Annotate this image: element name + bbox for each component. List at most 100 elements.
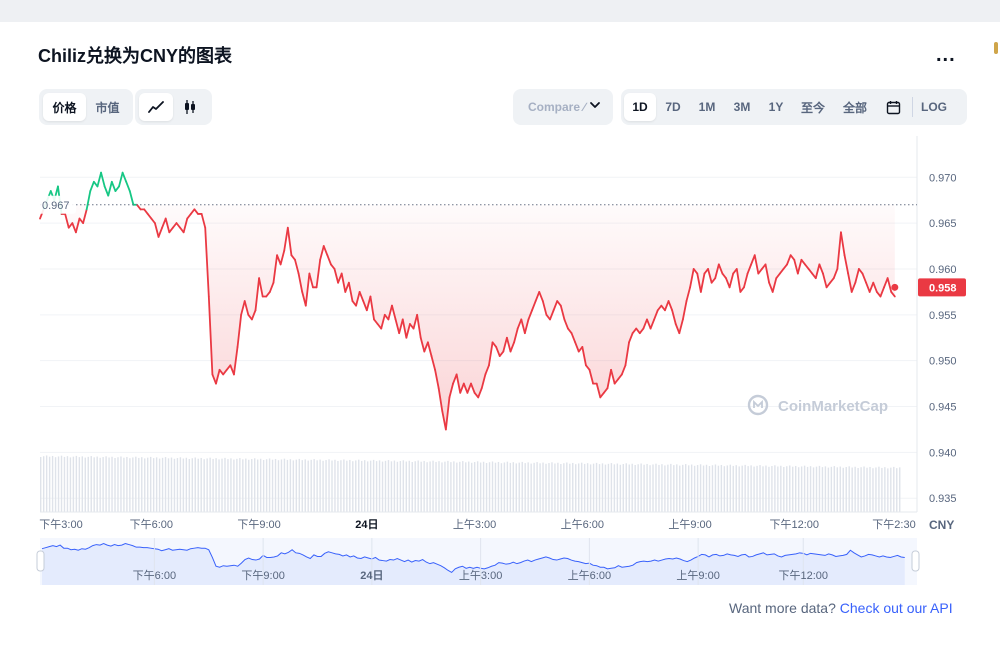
volume-bar	[355, 460, 357, 512]
volume-bar	[676, 464, 678, 512]
volume-bar	[132, 457, 134, 512]
volume-bar	[408, 460, 410, 512]
volume-bar	[40, 457, 42, 512]
volume-bar	[762, 466, 764, 512]
volume-bar	[803, 465, 806, 512]
volume-bar	[494, 462, 497, 512]
volume-bar	[851, 467, 853, 512]
price-segment	[128, 190, 135, 206]
volume-bar	[726, 465, 729, 512]
volume-bar	[586, 463, 589, 512]
volume-bar	[711, 465, 714, 512]
volume-bar	[384, 460, 387, 512]
volume-bar	[66, 456, 69, 512]
volume-bars	[40, 455, 901, 512]
volume-bar	[503, 462, 506, 512]
volume-bar	[414, 461, 416, 512]
volume-bar	[283, 458, 286, 512]
volume-bar	[732, 465, 734, 512]
volume-bar	[57, 456, 60, 512]
volume-bar	[108, 457, 110, 512]
volume-bar	[863, 466, 865, 512]
footer-text: Want more data?	[729, 600, 836, 616]
volume-bar	[129, 458, 131, 512]
volume-bar	[794, 465, 797, 512]
volume-bar	[768, 466, 770, 512]
volume-bar	[221, 458, 223, 512]
volume-bar	[741, 465, 743, 512]
volume-bar	[738, 466, 740, 512]
volume-bar	[48, 456, 51, 512]
volume-bar	[708, 466, 711, 512]
volume-bar	[188, 459, 191, 512]
range-navigator[interactable]: 下午6:00 下午9:00 24日 上午3:00 上午6:00 上午9:00 下午12:00	[36, 538, 920, 585]
volume-bar	[604, 464, 607, 512]
volume-bar	[687, 465, 690, 512]
volume-bar	[482, 461, 485, 512]
volume-bar	[714, 464, 717, 512]
volume-bar	[301, 460, 303, 512]
volume-bar	[274, 458, 277, 512]
volume-bar	[774, 465, 776, 512]
volume-bar	[643, 464, 645, 512]
volume-bar	[328, 459, 330, 512]
volume-bar	[292, 460, 295, 512]
volume-bar	[839, 466, 841, 512]
volume-bar	[536, 462, 538, 512]
volume-bar	[322, 460, 324, 512]
price-segment	[89, 180, 95, 192]
volume-bar	[750, 465, 752, 512]
volume-bar	[899, 467, 901, 512]
footer-note: Want more data? Check out our API	[729, 600, 953, 616]
volume-bar	[685, 464, 687, 512]
volume-bar	[227, 459, 229, 512]
price-area-fill	[40, 204, 895, 430]
volume-bar	[426, 462, 428, 512]
volume-bar	[256, 459, 259, 512]
volume-bar	[212, 458, 214, 512]
volume-bar	[583, 463, 586, 512]
volume-bar	[717, 465, 720, 512]
volume-bar	[152, 458, 155, 512]
volume-bar	[497, 461, 500, 512]
price-segment	[100, 171, 106, 188]
volume-bar	[432, 460, 434, 512]
volume-bar	[295, 459, 298, 512]
volume-bar	[729, 464, 731, 512]
volume-bar	[824, 466, 827, 512]
volume-bar	[595, 462, 598, 512]
volume-bar	[286, 459, 289, 512]
volume-bar	[830, 466, 833, 512]
volume-bar	[723, 466, 726, 512]
volume-bar	[459, 461, 461, 512]
volume-bar	[857, 468, 859, 512]
volume-bar	[69, 457, 72, 512]
volume-bar	[209, 457, 211, 512]
volume-bar	[358, 459, 360, 512]
volume-bar	[42, 456, 45, 512]
volume-bar	[242, 459, 244, 512]
volume-bar	[176, 458, 179, 512]
volume-bar	[631, 463, 633, 512]
volume-bar	[75, 455, 78, 512]
volume-bar	[435, 461, 437, 512]
volume-bar	[93, 457, 95, 512]
volume-bar	[809, 466, 812, 512]
y-tick-label: 0.935	[929, 493, 957, 505]
volume-bar	[310, 459, 312, 512]
volume-bar	[135, 456, 137, 512]
volume-bar	[203, 459, 205, 512]
volume-bar	[548, 463, 550, 512]
navigator-tick-label: 上午3:00	[459, 569, 502, 582]
volume-bar	[682, 464, 684, 512]
volume-bar	[500, 463, 503, 512]
volume-bar	[720, 464, 723, 512]
navigator-tick-label: 24日	[360, 569, 383, 582]
volume-bar	[601, 463, 604, 512]
volume-bar	[337, 461, 339, 512]
api-link[interactable]: Check out our API	[840, 600, 953, 616]
volume-bar	[87, 456, 89, 512]
price-chart[interactable]: 0.967 0.958 0.935 0.940 0.945 0.950 0.955 0.96…	[0, 0, 1000, 650]
x-tick-label: 下午9:00	[237, 518, 280, 531]
volume-bar	[438, 461, 440, 512]
